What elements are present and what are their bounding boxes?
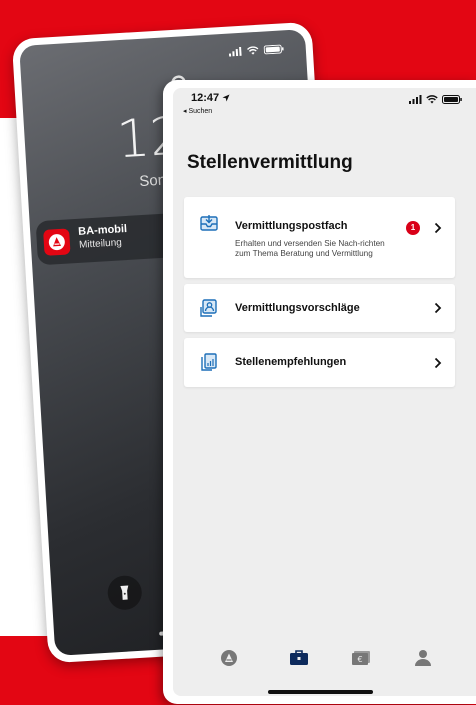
card-description: Erhalten und versenden Sie Nach-richten …	[235, 239, 385, 258]
app-phone: 12:47 ◂ Suchen Stellenvermittlung Vermit…	[163, 80, 476, 704]
person-card-icon	[200, 299, 217, 317]
profile-icon	[415, 650, 431, 666]
chevron-right-icon	[434, 222, 442, 234]
home-indicator	[268, 690, 373, 694]
agentur-logo-icon	[221, 650, 237, 666]
card-stellenempfehlungen[interactable]: Stellenempfehlungen	[184, 338, 455, 387]
svg-text:€: €	[357, 655, 362, 664]
notification-app-name: BA-mobil	[77, 222, 128, 238]
battery-icon	[263, 44, 284, 55]
chevron-right-icon	[434, 302, 442, 314]
flashlight-icon	[120, 585, 129, 600]
status-back-link[interactable]: ◂ Suchen	[183, 107, 212, 115]
tab-profil[interactable]	[411, 646, 435, 670]
tab-stellenvermittlung[interactable]	[287, 646, 311, 670]
tab-bar: €	[173, 646, 476, 676]
ba-mobil-app-icon	[43, 228, 71, 256]
page-title: Stellenvermittlung	[187, 152, 353, 173]
money-icon: €	[352, 651, 370, 665]
status-time: 12:47	[191, 92, 230, 104]
document-stack-icon	[201, 353, 217, 371]
location-arrow-icon	[222, 94, 230, 102]
card-title: Vermittlungspostfach	[235, 220, 348, 232]
app-screen: 12:47 ◂ Suchen Stellenvermittlung Vermit…	[173, 88, 476, 696]
signal-icon	[228, 46, 242, 57]
lockscreen-status-icons	[228, 44, 284, 57]
unread-count-badge: 1	[406, 221, 420, 235]
inbox-download-icon	[200, 215, 218, 231]
card-title: Vermittlungsvorschläge	[235, 302, 360, 314]
notification-text: Mitteilung	[78, 237, 123, 251]
status-icons	[409, 95, 462, 104]
signal-icon	[409, 95, 422, 104]
tab-geldleistungen[interactable]: €	[349, 646, 373, 670]
card-title: Stellenempfehlungen	[235, 356, 347, 368]
tab-home[interactable]	[217, 646, 241, 670]
card-vermittlungspostfach[interactable]: Vermittlungspostfach Erhalten und versen…	[184, 197, 455, 278]
agentur-logo-icon	[48, 234, 65, 251]
flashlight-button[interactable]	[106, 574, 143, 611]
wifi-icon	[247, 46, 259, 55]
wifi-icon	[426, 95, 438, 104]
card-vermittlungsvorschlaege[interactable]: Vermittlungsvorschläge	[184, 284, 455, 332]
briefcase-icon	[290, 650, 308, 665]
battery-icon	[442, 95, 462, 104]
chevron-right-icon	[434, 357, 442, 369]
